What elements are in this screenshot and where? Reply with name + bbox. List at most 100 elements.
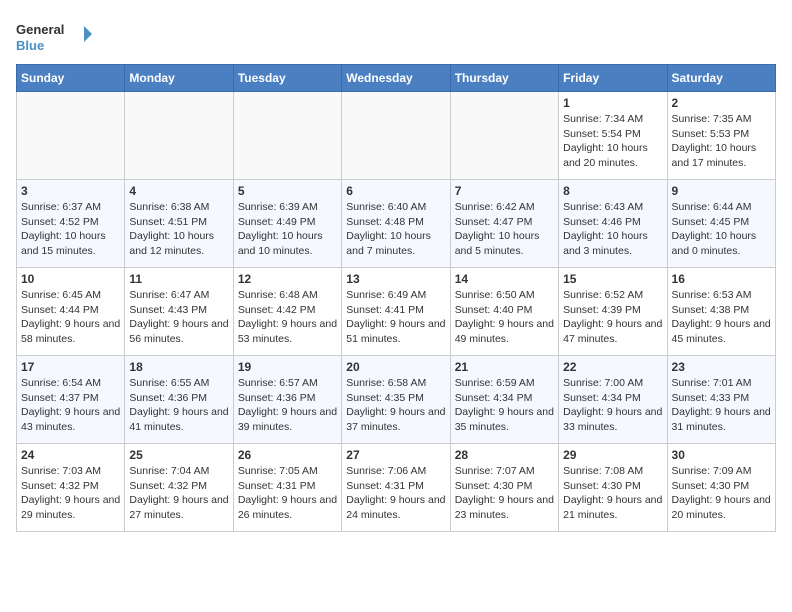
day-info: Sunrise: 7:04 AM Sunset: 4:32 PM Dayligh… — [129, 464, 228, 523]
week-row-4: 17 Sunrise: 6:54 AM Sunset: 4:37 PM Dayli… — [17, 356, 776, 444]
day-number: 30 — [672, 448, 771, 462]
day-cell-17: 17 Sunrise: 6:54 AM Sunset: 4:37 PM Dayli… — [17, 356, 125, 444]
day-cell-2: 2 Sunrise: 7:35 AM Sunset: 5:53 PM Daylig… — [667, 92, 775, 180]
weekday-header-monday: Monday — [125, 65, 233, 92]
day-number: 14 — [455, 272, 554, 286]
day-number: 23 — [672, 360, 771, 374]
day-number: 5 — [238, 184, 337, 198]
day-info: Sunrise: 7:00 AM Sunset: 4:34 PM Dayligh… — [563, 376, 662, 435]
day-cell-29: 29Sunrise: 7:08 AM Sunset: 4:30 PM Dayli… — [559, 444, 667, 532]
day-info: Sunrise: 6:57 AM Sunset: 4:36 PM Dayligh… — [238, 376, 337, 435]
day-info: Sunrise: 7:01 AM Sunset: 4:33 PM Dayligh… — [672, 376, 771, 435]
day-info: Sunrise: 7:09 AM Sunset: 4:30 PM Dayligh… — [672, 464, 771, 523]
day-info: Sunrise: 7:05 AM Sunset: 4:31 PM Dayligh… — [238, 464, 337, 523]
day-number: 13 — [346, 272, 445, 286]
day-info: Sunrise: 6:55 AM Sunset: 4:36 PM Dayligh… — [129, 376, 228, 435]
day-cell-23: 23 Sunrise: 7:01 AM Sunset: 4:33 PM Dayli… — [667, 356, 775, 444]
day-info: Sunrise: 6:37 AM Sunset: 4:52 PM Dayligh… — [21, 200, 120, 259]
empty-cell — [125, 92, 233, 180]
day-cell-11: 11Sunrise: 6:47 AM Sunset: 4:43 PM Dayli… — [125, 268, 233, 356]
day-cell-24: 24 Sunrise: 7:03 AM Sunset: 4:32 PM Dayli… — [17, 444, 125, 532]
day-cell-27: 27 Sunrise: 7:06 AM Sunset: 4:31 PM Dayli… — [342, 444, 450, 532]
day-cell-5: 5 Sunrise: 6:39 AM Sunset: 4:49 PM Daylig… — [233, 180, 341, 268]
day-info: Sunrise: 6:43 AM Sunset: 4:46 PM Dayligh… — [563, 200, 662, 259]
empty-cell — [450, 92, 558, 180]
day-number: 12 — [238, 272, 337, 286]
day-info: Sunrise: 7:07 AM Sunset: 4:30 PM Dayligh… — [455, 464, 554, 523]
day-info: Sunrise: 7:06 AM Sunset: 4:31 PM Dayligh… — [346, 464, 445, 523]
week-row-5: 24 Sunrise: 7:03 AM Sunset: 4:32 PM Dayli… — [17, 444, 776, 532]
day-info: Sunrise: 6:54 AM Sunset: 4:37 PM Dayligh… — [21, 376, 120, 435]
day-number: 28 — [455, 448, 554, 462]
empty-cell — [233, 92, 341, 180]
day-info: Sunrise: 6:44 AM Sunset: 4:45 PM Dayligh… — [672, 200, 771, 259]
weekday-header-wednesday: Wednesday — [342, 65, 450, 92]
day-number: 10 — [21, 272, 120, 286]
day-info: Sunrise: 6:39 AM Sunset: 4:49 PM Dayligh… — [238, 200, 337, 259]
day-number: 18 — [129, 360, 228, 374]
day-cell-15: 15 Sunrise: 6:52 AM Sunset: 4:39 PM Dayli… — [559, 268, 667, 356]
day-info: Sunrise: 6:52 AM Sunset: 4:39 PM Dayligh… — [563, 288, 662, 347]
day-info: Sunrise: 6:45 AM Sunset: 4:44 PM Dayligh… — [21, 288, 120, 347]
day-info: Sunrise: 6:48 AM Sunset: 4:42 PM Dayligh… — [238, 288, 337, 347]
day-info: Sunrise: 7:34 AM Sunset: 5:54 PM Dayligh… — [563, 112, 662, 171]
day-number: 9 — [672, 184, 771, 198]
day-cell-7: 7Sunrise: 6:42 AM Sunset: 4:47 PM Daylig… — [450, 180, 558, 268]
logo-svg: General Blue — [16, 16, 96, 56]
day-number: 26 — [238, 448, 337, 462]
day-info: Sunrise: 6:49 AM Sunset: 4:41 PM Dayligh… — [346, 288, 445, 347]
day-cell-8: 8 Sunrise: 6:43 AM Sunset: 4:46 PM Daylig… — [559, 180, 667, 268]
day-cell-20: 20 Sunrise: 6:58 AM Sunset: 4:35 PM Dayli… — [342, 356, 450, 444]
weekday-header-saturday: Saturday — [667, 65, 775, 92]
day-number: 27 — [346, 448, 445, 462]
day-cell-3: 3 Sunrise: 6:37 AM Sunset: 4:52 PM Daylig… — [17, 180, 125, 268]
day-info: Sunrise: 7:03 AM Sunset: 4:32 PM Dayligh… — [21, 464, 120, 523]
weekday-header-thursday: Thursday — [450, 65, 558, 92]
weekday-header-row: SundayMondayTuesdayWednesdayThursdayFrid… — [17, 65, 776, 92]
day-number: 11 — [129, 272, 228, 286]
week-row-3: 10 Sunrise: 6:45 AM Sunset: 4:44 PM Dayli… — [17, 268, 776, 356]
day-info: Sunrise: 6:38 AM Sunset: 4:51 PM Dayligh… — [129, 200, 228, 259]
svg-text:Blue: Blue — [16, 38, 44, 53]
day-info: Sunrise: 6:42 AM Sunset: 4:47 PM Dayligh… — [455, 200, 554, 259]
week-row-2: 3 Sunrise: 6:37 AM Sunset: 4:52 PM Daylig… — [17, 180, 776, 268]
day-cell-18: 18 Sunrise: 6:55 AM Sunset: 4:36 PM Dayli… — [125, 356, 233, 444]
calendar: SundayMondayTuesdayWednesdayThursdayFrid… — [16, 64, 776, 532]
day-number: 20 — [346, 360, 445, 374]
day-cell-26: 26 Sunrise: 7:05 AM Sunset: 4:31 PM Dayli… — [233, 444, 341, 532]
day-cell-6: 6Sunrise: 6:40 AM Sunset: 4:48 PM Daylig… — [342, 180, 450, 268]
day-number: 16 — [672, 272, 771, 286]
header: General Blue — [16, 16, 776, 56]
day-info: Sunrise: 6:58 AM Sunset: 4:35 PM Dayligh… — [346, 376, 445, 435]
logo: General Blue — [16, 16, 96, 56]
day-number: 8 — [563, 184, 662, 198]
day-number: 25 — [129, 448, 228, 462]
day-number: 3 — [21, 184, 120, 198]
day-cell-19: 19 Sunrise: 6:57 AM Sunset: 4:36 PM Dayli… — [233, 356, 341, 444]
day-cell-13: 13 Sunrise: 6:49 AM Sunset: 4:41 PM Dayli… — [342, 268, 450, 356]
empty-cell — [17, 92, 125, 180]
day-cell-9: 9 Sunrise: 6:44 AM Sunset: 4:45 PM Daylig… — [667, 180, 775, 268]
day-info: Sunrise: 7:08 AM Sunset: 4:30 PM Dayligh… — [563, 464, 662, 523]
day-cell-12: 12 Sunrise: 6:48 AM Sunset: 4:42 PM Dayli… — [233, 268, 341, 356]
day-info: Sunrise: 7:35 AM Sunset: 5:53 PM Dayligh… — [672, 112, 771, 171]
day-cell-1: 1Sunrise: 7:34 AM Sunset: 5:54 PM Daylig… — [559, 92, 667, 180]
day-number: 19 — [238, 360, 337, 374]
svg-text:General: General — [16, 22, 64, 37]
day-cell-21: 21Sunrise: 6:59 AM Sunset: 4:34 PM Dayli… — [450, 356, 558, 444]
day-info: Sunrise: 6:53 AM Sunset: 4:38 PM Dayligh… — [672, 288, 771, 347]
weekday-header-sunday: Sunday — [17, 65, 125, 92]
day-info: Sunrise: 6:50 AM Sunset: 4:40 PM Dayligh… — [455, 288, 554, 347]
empty-cell — [342, 92, 450, 180]
weekday-header-friday: Friday — [559, 65, 667, 92]
day-number: 24 — [21, 448, 120, 462]
day-number: 2 — [672, 96, 771, 110]
week-row-1: 1Sunrise: 7:34 AM Sunset: 5:54 PM Daylig… — [17, 92, 776, 180]
day-number: 17 — [21, 360, 120, 374]
day-cell-10: 10 Sunrise: 6:45 AM Sunset: 4:44 PM Dayli… — [17, 268, 125, 356]
day-number: 6 — [346, 184, 445, 198]
day-number: 15 — [563, 272, 662, 286]
weekday-header-tuesday: Tuesday — [233, 65, 341, 92]
day-cell-30: 30 Sunrise: 7:09 AM Sunset: 4:30 PM Dayli… — [667, 444, 775, 532]
day-cell-28: 28 Sunrise: 7:07 AM Sunset: 4:30 PM Dayli… — [450, 444, 558, 532]
